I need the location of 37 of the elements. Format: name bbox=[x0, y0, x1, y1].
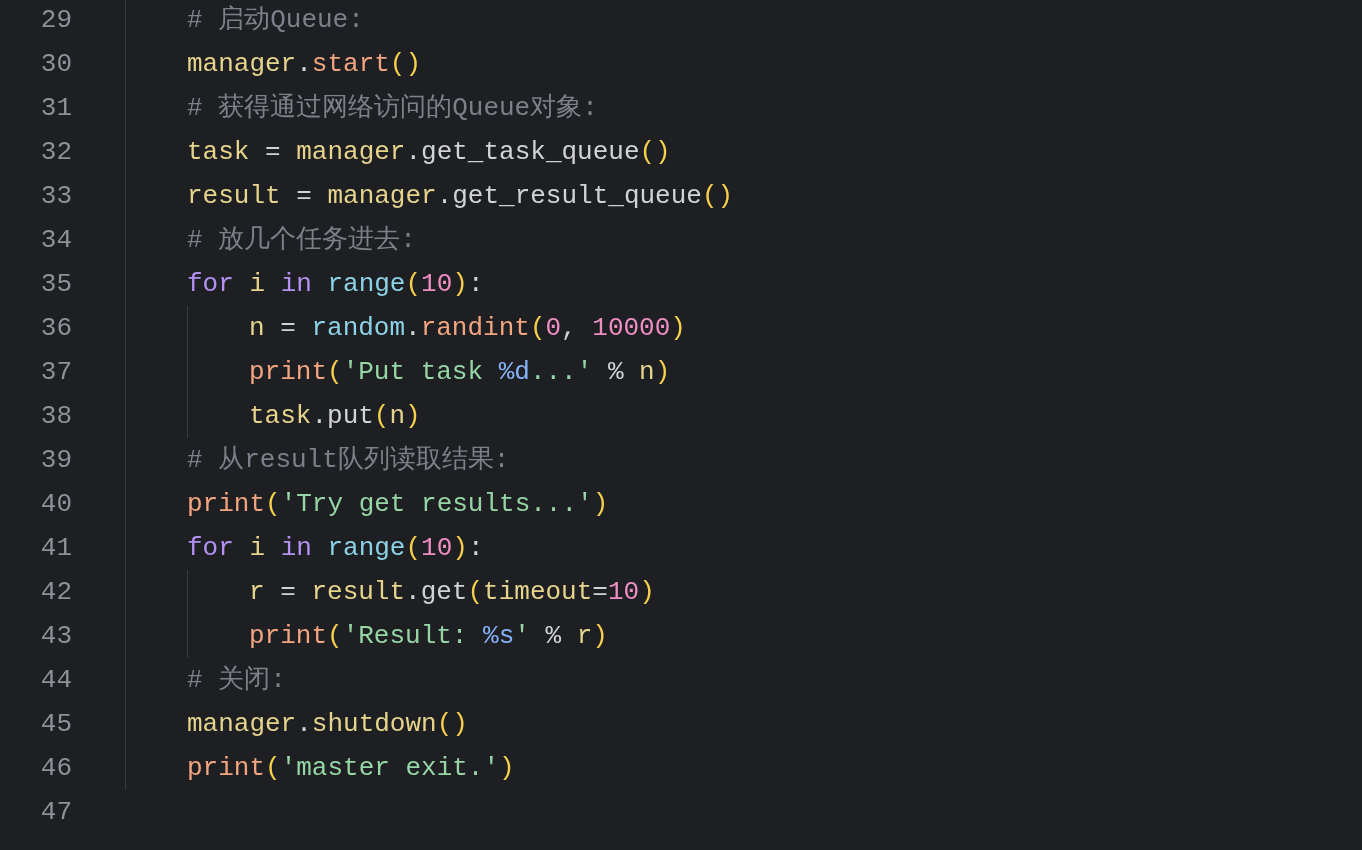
line-number: 40 bbox=[39, 489, 72, 519]
line-number: 38 bbox=[39, 401, 72, 431]
code-line: for i in range(10): bbox=[187, 533, 484, 563]
line-number: 36 bbox=[39, 313, 72, 343]
line-number: 44 bbox=[39, 665, 72, 695]
code-line: print('Result: %s' % r) bbox=[249, 621, 608, 651]
code-line: task = manager.get_task_queue() bbox=[187, 137, 671, 167]
line-number: 35 bbox=[39, 269, 72, 299]
code-line: print('master exit.') bbox=[187, 753, 515, 783]
line-number: 42 bbox=[39, 577, 72, 607]
code-line: print('Put task %d...' % n) bbox=[249, 357, 671, 387]
code-line: print('Try get results...') bbox=[187, 489, 609, 519]
line-number: 41 bbox=[39, 533, 72, 563]
line-number: 34 bbox=[39, 225, 72, 255]
line-number: 45 bbox=[39, 709, 72, 739]
code-comment: # 关闭: bbox=[187, 665, 286, 695]
line-number: 31 bbox=[39, 93, 72, 123]
line-number: 47 bbox=[39, 797, 72, 827]
code-line: task.put(n) bbox=[249, 401, 421, 431]
line-number: 39 bbox=[39, 445, 72, 475]
line-number: 30 bbox=[39, 49, 72, 79]
code-line: for i in range(10): bbox=[187, 269, 484, 299]
line-number: 29 bbox=[39, 5, 72, 35]
code-line: r = result.get(timeout=10) bbox=[249, 577, 655, 607]
line-number: 46 bbox=[39, 753, 72, 783]
line-number: 43 bbox=[39, 621, 72, 651]
line-number: 33 bbox=[39, 181, 72, 211]
code-comment: # 放几个任务进去: bbox=[187, 225, 416, 255]
line-number: 32 bbox=[39, 137, 72, 167]
code-line: n = random.randint(0, 10000) bbox=[249, 313, 686, 343]
code-line: manager.shutdown() bbox=[187, 709, 468, 739]
line-number: 37 bbox=[39, 357, 72, 387]
code-line: result = manager.get_result_queue() bbox=[187, 181, 734, 211]
code-comment: # 从result队列读取结果: bbox=[187, 445, 510, 475]
code-line: manager.start() bbox=[187, 49, 422, 79]
code-comment: # 启动Queue: bbox=[187, 5, 364, 35]
code-comment: # 获得通过网络访问的Queue对象: bbox=[187, 93, 598, 123]
